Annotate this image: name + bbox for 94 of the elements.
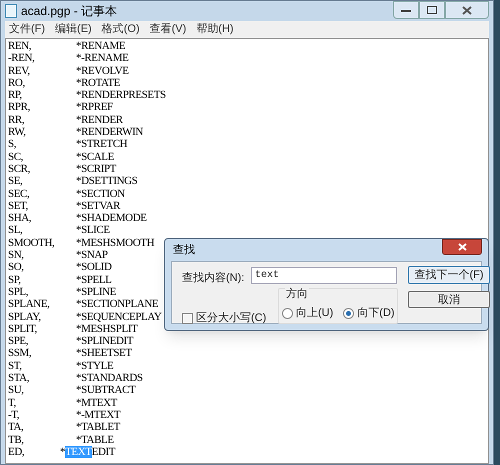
minimize-icon [401, 7, 411, 13]
alias-text: REN, [8, 40, 32, 52]
alias-text: SPLANE, [8, 298, 51, 311]
command-text: *RENAME [76, 40, 126, 52]
checkbox[interactable] [182, 312, 193, 324]
alias-text: TB, [8, 434, 25, 446]
command-text: *RENDER [76, 114, 123, 126]
command-text: *RPREF [76, 101, 113, 114]
radio-label: 向上(U) [296, 306, 334, 321]
alias-text: SPE, [8, 335, 30, 348]
alias-text: RPR, [8, 101, 31, 114]
menu-item[interactable]: 编辑(E) [55, 21, 92, 38]
alias-text: SSM, [8, 347, 32, 360]
command-text: *DSETTINGS [76, 175, 138, 188]
alias-text: REV, [8, 64, 31, 77]
command-text: *TEXTEDIT [60, 446, 116, 458]
command-text: *SLICE [76, 224, 110, 237]
radio-label: 向下(D) [357, 306, 395, 321]
maximize-button[interactable] [419, 1, 445, 19]
command-text: *STANDARDS [76, 372, 143, 384]
menu-item[interactable]: 格式(O) [102, 21, 140, 38]
menu-item[interactable]: 查看(V) [150, 21, 186, 38]
alias-text: SP, [8, 274, 22, 286]
alias-text: SU, [8, 384, 25, 397]
alias-text: SN, [8, 249, 25, 262]
command-text: *SPLINEDIT [76, 335, 134, 348]
command-text: *SCRIPT [76, 162, 116, 176]
alias-text: -REN, [8, 52, 36, 65]
alias-text: SC, [8, 150, 24, 163]
command-text: *SNAP [76, 249, 108, 262]
command-text: *SUBTRACT [76, 384, 136, 397]
menu-item[interactable]: 帮助(H) [196, 21, 234, 38]
maximize-icon [427, 6, 437, 14]
minimize-button[interactable] [393, 1, 419, 19]
command-text: *MESHSMOOTH [76, 236, 154, 250]
alias-text: S, [8, 138, 18, 151]
alias-text: RO, [8, 76, 26, 90]
command-text: *MESHSPLIT [76, 322, 138, 336]
command-text: *-RENAME [76, 52, 128, 65]
radio-button[interactable] [343, 308, 354, 319]
cancel-button[interactable]: 取消 [408, 291, 490, 308]
alias-text: RP, [8, 89, 23, 102]
command-text: *TABLET [76, 421, 120, 434]
command-text: *SECTION [76, 188, 125, 200]
alias-text: -T, [8, 408, 20, 422]
alias-text: SET, [8, 200, 29, 212]
alias-text: SEC, [8, 188, 30, 200]
command-text: *RENDERPRESETS [76, 89, 166, 102]
command-text: *SECTIONPLANE [76, 298, 158, 311]
alias-text: SPL, [8, 286, 30, 298]
close-button[interactable] [442, 239, 482, 255]
command-text: *STYLE [76, 360, 114, 372]
command-text: *SEQUENCEPLAY [76, 310, 162, 323]
alias-text: SHA, [8, 212, 32, 224]
alias-text: SPLAY, [8, 310, 42, 323]
alias-text: SCR, [8, 162, 31, 176]
find-next-button[interactable]: 查找下一个(F) [408, 266, 490, 284]
find-input[interactable]: text [251, 267, 397, 284]
command-text: *SPELL [76, 274, 112, 286]
find-label: 查找内容(N): [182, 270, 244, 286]
command-text: *SETVAR [76, 200, 120, 212]
command-text: *-MTEXT [76, 408, 120, 422]
command-text: *SHADEMODE [76, 212, 147, 224]
alias-text: ST, [8, 360, 23, 372]
alias-text: ED, [8, 446, 26, 458]
alias-text: TA, [8, 421, 24, 434]
command-text: *ROTATE [76, 76, 120, 90]
command-text: *REVOLVE [76, 64, 129, 77]
alias-text: T, [8, 396, 17, 409]
command-text: *SOLID [76, 261, 112, 274]
alias-text: SE, [8, 175, 24, 188]
command-text: *SHEETSET [76, 347, 132, 360]
notepad-icon [5, 4, 17, 18]
command-text: *SCALE [76, 150, 114, 163]
alias-text: SL, [8, 224, 24, 237]
command-text: *RENDERWIN [76, 126, 143, 138]
alias-text: SO, [8, 261, 25, 274]
command-text: *STRETCH [76, 138, 128, 151]
command-text: *SPLINE [76, 286, 116, 298]
command-text: *TABLE [76, 434, 114, 446]
checkbox-label: 区分大小写(C) [196, 311, 266, 326]
radio-button[interactable] [282, 308, 293, 319]
alias-text: RR, [8, 114, 26, 126]
window-title: acad.pgp - 记事本 [21, 3, 118, 20]
alias-text: RW, [8, 126, 27, 138]
dialog-title: 查找 [173, 242, 195, 258]
close-button[interactable] [445, 1, 489, 19]
alias-text: SMOOTH, [8, 236, 56, 250]
alias-text: STA, [8, 372, 30, 384]
close-icon [462, 6, 472, 14]
alias-text: SPLIT, [8, 322, 38, 336]
command-text: *MTEXT [76, 396, 117, 409]
menu-item[interactable]: 文件(F) [9, 21, 46, 38]
close-icon [458, 243, 466, 251]
